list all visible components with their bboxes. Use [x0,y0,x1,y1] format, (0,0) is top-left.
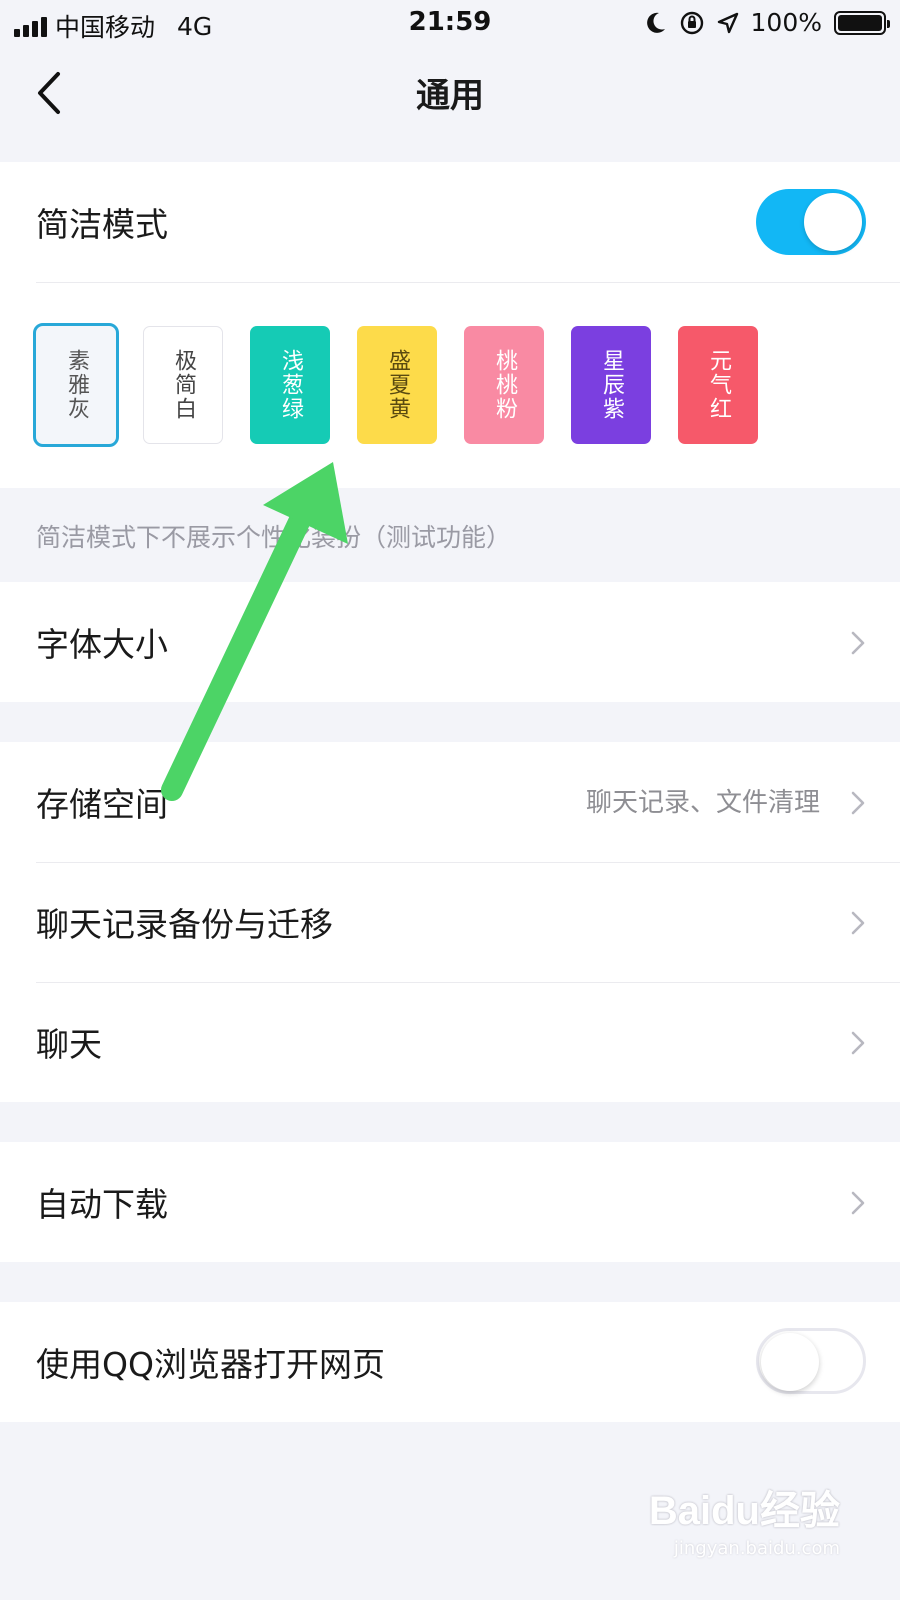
moon-icon [646,12,665,33]
qq-browser-row: 使用QQ浏览器打开网页 [0,1302,900,1422]
theme-swatch-label: 浅葱绿 [278,349,303,421]
theme-swatch-label: 星辰紫 [599,349,624,421]
qq-browser-label: 使用QQ浏览器打开网页 [36,1345,385,1384]
status-bar: 中国移动 4G 21:59 100% [0,0,900,46]
backup-label: 聊天记录备份与迁移 [36,905,333,944]
watermark-url: jingyan.baidu.com [673,1538,840,1559]
theme-swatch-label: 元气红 [706,349,731,421]
orientation-lock-icon [680,11,703,34]
auto-download-row[interactable]: 自动下载 [0,1142,900,1262]
storage-label: 存储空间 [36,785,168,824]
theme-swatch-label: 盛夏黄 [385,349,410,421]
font-size-group: 字体大小 [0,582,900,702]
status-right: 100% [645,8,890,37]
toggle-knob [804,193,862,251]
theme-swatch-label: 素雅灰 [64,349,89,421]
chevron-right-icon [851,1031,865,1055]
chevron-right-icon [851,911,865,935]
auto-download-label: 自动下载 [36,1185,168,1224]
backup-row[interactable]: 聊天记录备份与迁移 [0,862,900,982]
theme-picker: 素雅灰 极简白 浅葱绿 盛夏黄 桃桃粉 星辰紫 元气红 [0,282,900,488]
theme-swatch[interactable]: 盛夏黄 [357,326,437,444]
watermark: Baidu经验 jingyan.baidu.com [649,1478,840,1559]
watermark-logo: Baidu经验 [648,1489,840,1533]
chevron-right-icon [851,631,865,655]
chat-label: 聊天 [36,1025,102,1064]
toggle-knob [761,1333,819,1391]
theme-swatch[interactable]: 素雅灰 [33,323,119,447]
simple-mode-row: 简洁模式 [0,162,900,282]
battery-fill [838,14,882,31]
simple-mode-group: 简洁模式 素雅灰 极简白 浅葱绿 盛夏黄 桃桃粉 星辰紫 元气红 [0,162,900,488]
storage-subtitle: 聊天记录、文件清理 [585,788,820,818]
auto-download-group: 自动下载 [0,1142,900,1262]
nav-bar: 通用 [0,46,900,142]
theme-swatch[interactable]: 元气红 [678,326,758,444]
theme-swatch[interactable]: 星辰紫 [571,326,651,444]
theme-swatch[interactable]: 极简白 [143,326,223,444]
theme-swatch-label: 极简白 [171,349,196,421]
theme-swatch[interactable]: 桃桃粉 [464,326,544,444]
simple-mode-hint: 简洁模式下不展示个性化装扮（测试功能） [36,523,512,552]
simple-mode-label: 简洁模式 [36,205,168,244]
battery-icon [834,10,890,35]
theme-swatch[interactable]: 浅葱绿 [250,326,330,444]
font-size-label: 字体大小 [36,625,168,664]
simple-mode-toggle[interactable] [756,189,866,255]
chevron-right-icon [851,1191,865,1215]
battery-percent: 100% [750,8,822,37]
storage-row[interactable]: 存储空间 聊天记录、文件清理 [0,742,900,862]
font-size-row[interactable]: 字体大小 [0,582,900,702]
storage-group: 存储空间 聊天记录、文件清理 聊天记录备份与迁移 聊天 [0,742,900,1102]
theme-swatch-label: 桃桃粉 [492,349,517,421]
chevron-right-icon [851,791,865,815]
location-icon [717,12,738,33]
qq-browser-group: 使用QQ浏览器打开网页 [0,1302,900,1422]
chat-row[interactable]: 聊天 [0,982,900,1102]
qq-browser-toggle[interactable] [756,1328,866,1394]
page-title: 通用 [416,76,484,116]
